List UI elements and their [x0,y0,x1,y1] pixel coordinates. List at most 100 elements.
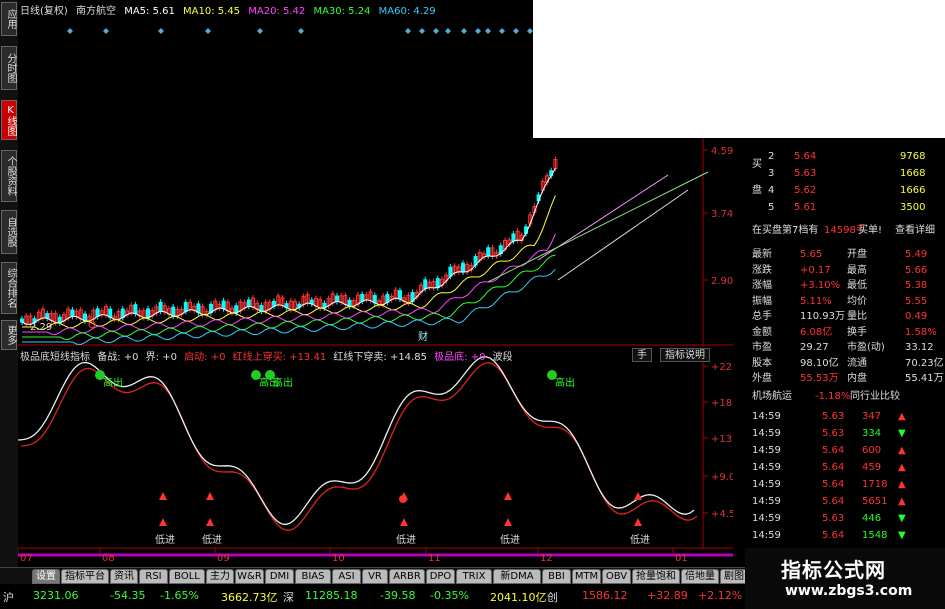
industry-compare-button[interactable]: 同行业比较 [850,390,900,404]
tab-kline[interactable]: K线图 [1,100,17,140]
indicator-tab[interactable]: BOLL [169,569,205,584]
indicator-tab[interactable]: ARBR [389,569,425,584]
quote-value: 5.65 [800,249,823,260]
quote-value: 0.49 [905,311,928,322]
indicator-tab[interactable]: 主力 [206,569,234,584]
quote-label: 最低 [847,280,867,291]
tick-time: 14:59 [752,496,781,507]
peak-label: 高出 [555,376,575,389]
tab-ranking[interactable]: 综合排名 [1,262,17,314]
candle [146,308,150,319]
tick-time: 14:59 [752,428,781,439]
quote-label: 涨幅 [752,280,772,291]
indicator-name[interactable]: 极品底短线指标 [20,352,90,363]
tick-price: 5.64 [822,462,845,473]
hand-button[interactable]: 手 [632,348,652,362]
tab-intraday[interactable]: 分时图 [1,46,17,90]
quote-value: 5.11% [800,295,832,307]
tick-volume: 459 [862,462,882,473]
detail-link[interactable]: 查看详细 [895,224,935,238]
price-axis-label: 3.74 [711,209,733,220]
price-axis-label: 4.59 [711,146,733,157]
indicator-tab[interactable]: ASI [332,569,361,584]
chart-area[interactable]: 4.59 3.74 2.90 +22.62 +18.18 +13.63 +9.09 +4.54… [17,0,748,567]
tick-time: 14:59 [752,479,781,490]
event-diamond [513,28,519,34]
event-diamond [67,28,73,34]
indicator-tab[interactable]: 倍地量 [681,569,719,584]
candle [246,299,251,307]
buy-arrow [504,492,512,500]
indicator-tab[interactable]: 抢量饱和 [632,569,680,584]
candle [423,279,428,290]
ma-extension [487,171,709,283]
candle [133,304,138,314]
event-diamond [419,28,425,34]
indicator-axis-label: +18.18 [711,398,733,409]
ma30-value: MA30: 5.24 [313,6,371,17]
month-label: 01 [675,553,688,564]
quote-value: 5.38 [905,280,928,291]
tick-time: 14:59 [752,513,781,524]
indicator-tab[interactable]: 指标平台 [61,569,109,584]
stock-name: 南方航空 [76,6,116,17]
tick-volume: 446 [862,513,882,524]
tab-company-info[interactable]: 个股资料 [1,150,17,202]
indicator-tab[interactable]: DPO [426,569,455,584]
event-diamond [103,28,109,34]
quote-row: 涨跌 +0.17 最高 5.66 [750,264,945,278]
sz-index: 11285.18 [305,589,358,602]
tick-row: 14:59 5.63 334 ▼ [750,427,945,441]
indicator-tab[interactable]: RSI [139,569,168,584]
sz-pct: -0.35% [430,589,469,602]
indicator-tab[interactable]: VR [362,569,388,584]
side-tab-bar: 应用 分时图 K线图 个股资料 自选股 综合排名 更多 [0,0,18,567]
indicator-tab[interactable]: 新DMA [493,569,541,584]
candle [360,293,365,302]
indicator-tab[interactable]: BIAS [295,569,331,584]
candle [108,308,113,318]
event-diamond [475,28,481,34]
period-label[interactable]: 日线(复权) [20,6,68,17]
buy-info-row: 在买盘第7档有 14598手 买单! 查看详细 [750,224,945,238]
candle [196,303,201,313]
tab-more[interactable]: 更多 [1,320,17,350]
indicator-tab[interactable]: BBI [542,569,571,584]
indicator-tab[interactable]: 资讯 [110,569,138,584]
quote-row: 涨幅 +3.10% 最低 5.38 [750,279,945,293]
sh-pct: -1.65% [160,589,199,602]
sh-index: 3231.06 [33,589,79,602]
quote-label: 金额 [752,326,772,338]
event-diamond [405,28,411,34]
cy-index: 1586.12 [582,589,628,602]
indicator-tab[interactable]: DMI [265,569,294,584]
indicator-tab[interactable]: TRIX [456,569,492,584]
down-arrow-icon: ▼ [898,428,906,439]
tick-row: 14:59 5.64 5651 ▲ [750,495,945,509]
indicator-tab[interactable]: MTM [572,569,601,584]
indicator-tab[interactable]: W&R [235,569,264,584]
quote-label: 内盘 [847,373,867,384]
up-arrow-icon: ▲ [898,445,906,456]
indicator-tab[interactable]: OBV [602,569,631,584]
quote-label: 总手 [752,311,772,322]
side-label-row: 盘 [750,184,945,198]
tick-row: 14:59 5.64 600 ▲ [750,444,945,458]
tab-apply[interactable]: 应用 [1,2,17,36]
quote-row: 外盘 55.53万 内盘 55.41万 [750,372,945,386]
indicator-axis-label: +13.63 [711,434,733,445]
watermark-title: 指标公式网 [781,558,886,582]
month-label: 11 [428,553,441,564]
tick-time: 14:59 [752,411,781,422]
tab-watchlist[interactable]: 自选股 [1,210,17,254]
indicator-tab[interactable]: 设置 [32,569,60,584]
buy-arrow [634,492,642,500]
quote-value: 5.66 [905,264,928,276]
price-axis-label: 2.90 [711,276,733,287]
candle [95,308,100,317]
indicator-explain-button[interactable]: 指标说明 [660,348,710,362]
month-label: 12 [540,553,553,564]
event-diamond [445,28,451,34]
side-label-row: 买 [750,158,945,172]
tick-volume: 334 [862,428,882,439]
